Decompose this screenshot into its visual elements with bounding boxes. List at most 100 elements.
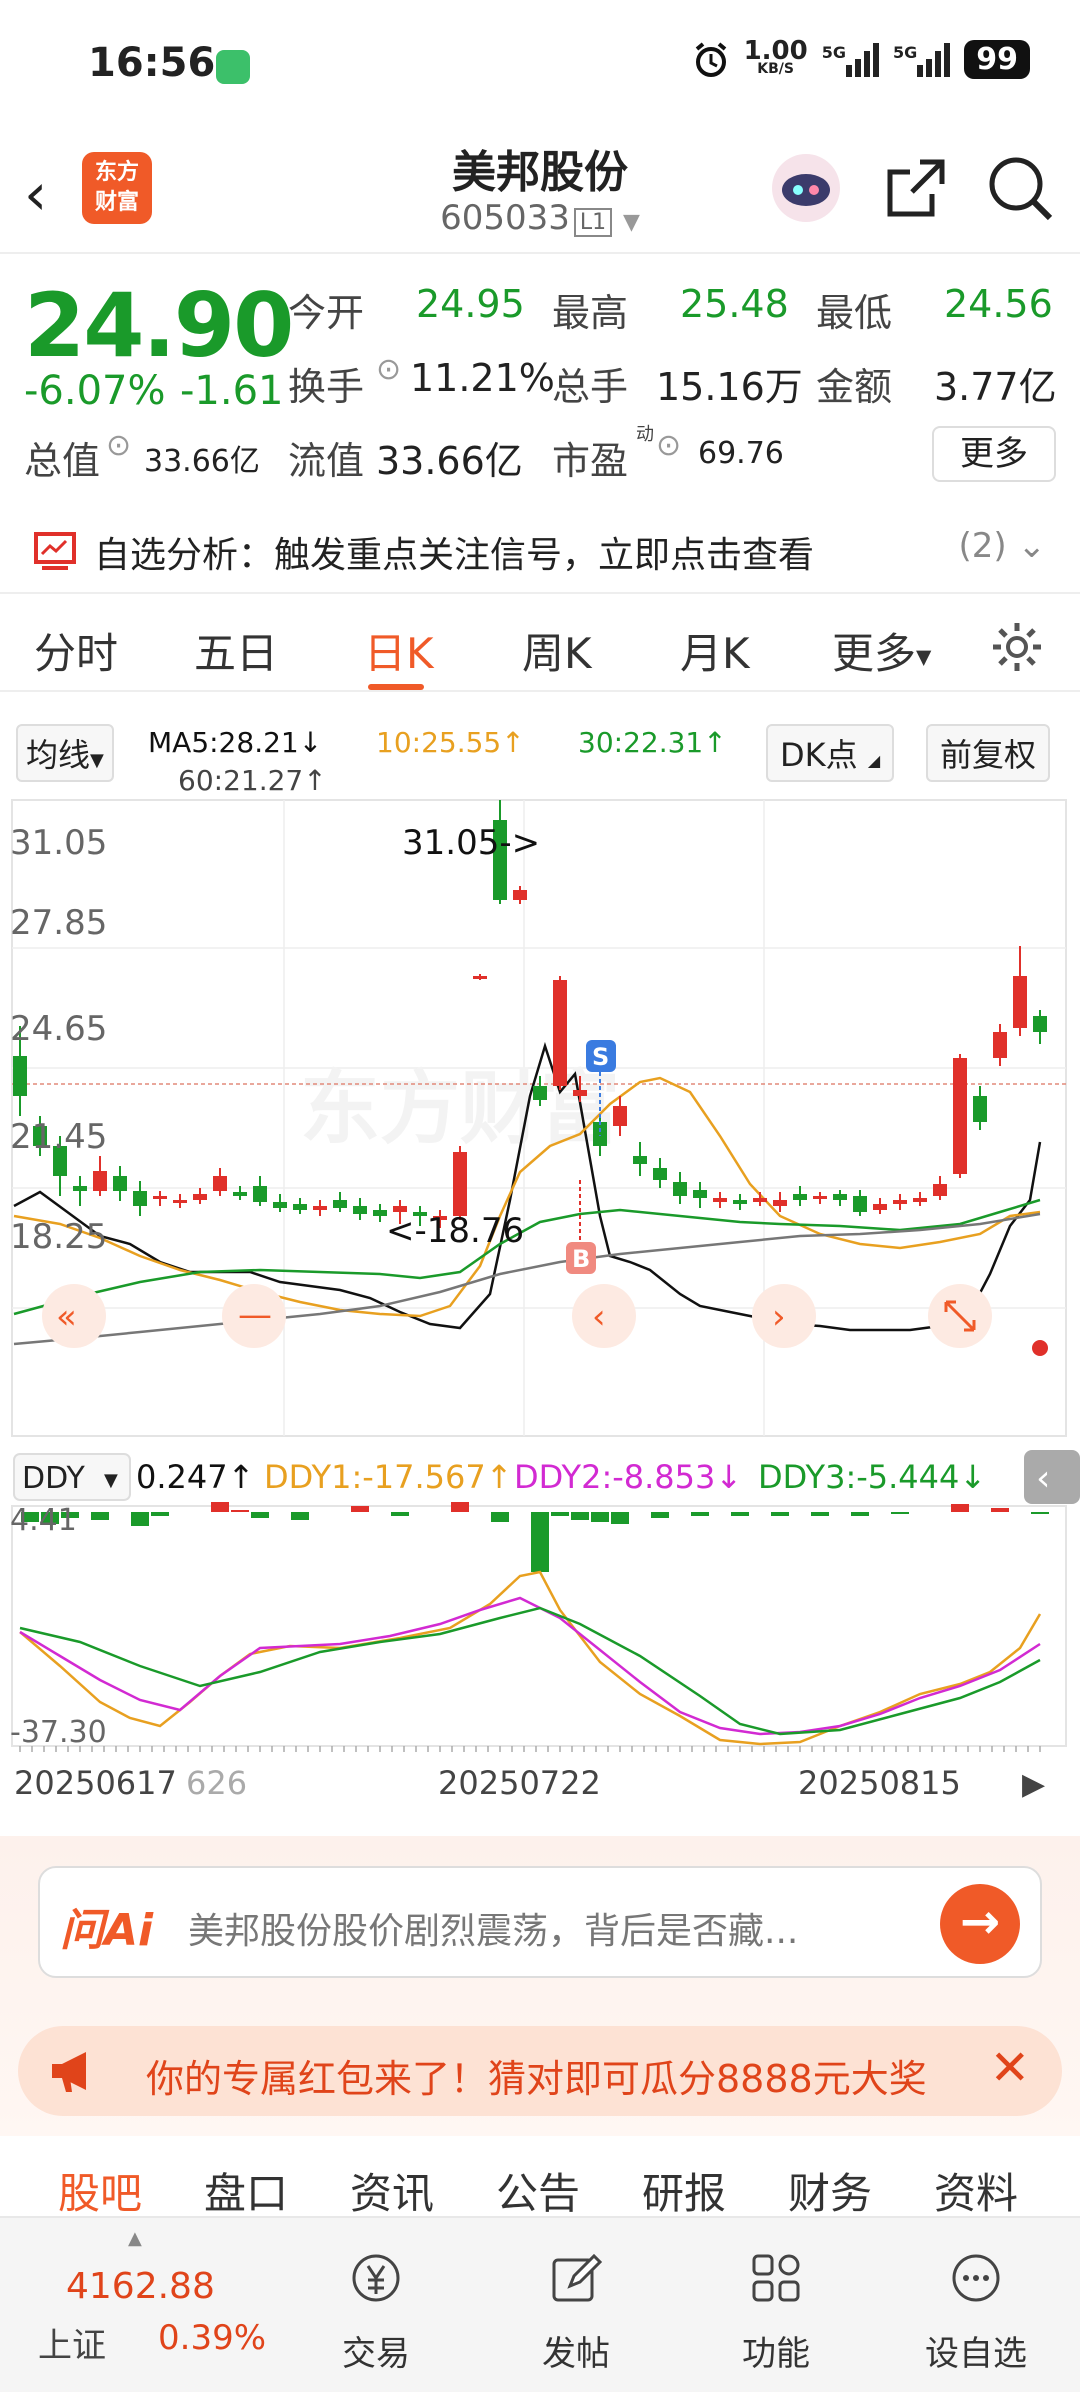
tab-forum[interactable]: 股吧 bbox=[58, 2160, 142, 2221]
tab-profile[interactable]: 资料 bbox=[934, 2160, 1018, 2221]
analysis-alert[interactable]: 自选分析：触发重点关注信号，立即点击查看 (2) ⌄ bbox=[0, 510, 1080, 594]
promo-banner[interactable]: 你的专属红包来了！猜对即可瓜分8888元大奖 ✕ bbox=[18, 2026, 1062, 2116]
tab-announcements[interactable]: 公告 bbox=[496, 2160, 580, 2221]
turnover-label: 换手 bbox=[288, 365, 365, 409]
tab-five-day[interactable]: 五日 bbox=[194, 620, 278, 681]
ddy-bar bbox=[991, 1508, 1009, 1512]
more-dots-icon bbox=[952, 2254, 1000, 2302]
settings-icon[interactable] bbox=[990, 620, 1044, 674]
ddy-bar bbox=[691, 1512, 709, 1516]
candle-body bbox=[1013, 976, 1027, 1028]
candle-body bbox=[233, 1192, 247, 1196]
amount-label: 金额 bbox=[816, 365, 893, 409]
candle-body bbox=[13, 1056, 27, 1096]
mcap-label: 总值 bbox=[24, 439, 101, 483]
ai-logo: 问Ai bbox=[60, 1905, 154, 1956]
ddy1-value: DDY1:-17.567↑ bbox=[264, 1458, 513, 1496]
candle-body bbox=[833, 1194, 847, 1200]
ai-question: 美邦股份股价剧烈震荡，背后是否藏... bbox=[188, 1911, 799, 1952]
ddy-bar bbox=[351, 1506, 369, 1512]
ddy-bar bbox=[531, 1512, 549, 1572]
mcap-info-icon[interactable]: ⊙ bbox=[106, 428, 131, 463]
candle-body bbox=[733, 1200, 747, 1204]
signal-5g-icon-2: 5G bbox=[893, 42, 951, 77]
chevron-left-icon: ‹ bbox=[592, 1297, 606, 1337]
ddy-bar bbox=[611, 1512, 629, 1524]
nav-trade-label: 交易 bbox=[342, 2334, 410, 2374]
change-pct: -6.07% bbox=[24, 368, 166, 414]
tab-news[interactable]: 资讯 bbox=[350, 2160, 434, 2221]
info-icon[interactable]: ⊙ bbox=[376, 352, 401, 387]
candle-body bbox=[933, 1184, 947, 1196]
notification-app-icon bbox=[216, 50, 250, 84]
bottom-nav: ▲ 4162.88 上证 0.39% 交易 发帖 功能 设自选 bbox=[0, 2216, 1080, 2392]
candle-body bbox=[313, 1206, 327, 1210]
candle-body bbox=[453, 1152, 467, 1216]
ddy-bar bbox=[651, 1512, 669, 1518]
ddy-bar bbox=[951, 1504, 969, 1512]
ma60-value: 60:21.27↑ bbox=[178, 764, 327, 797]
caret-down-icon: ▼ bbox=[916, 644, 932, 669]
speed-value: 1.00 bbox=[743, 35, 808, 66]
ai-assistant-avatar-icon[interactable] bbox=[770, 152, 842, 224]
candle-body bbox=[133, 1191, 147, 1206]
nav-post-label: 发帖 bbox=[542, 2334, 610, 2374]
ma-selector[interactable]: 均线▼ bbox=[16, 724, 114, 782]
candle-body bbox=[153, 1196, 167, 1199]
chevron-right-icon: › bbox=[772, 1297, 786, 1337]
tab-orderbook[interactable]: 盘口 bbox=[204, 2160, 288, 2221]
ddy-bar bbox=[151, 1512, 169, 1516]
ai-question-bar[interactable]: 问Ai 美邦股份股价剧烈震荡，背后是否藏... → bbox=[38, 1866, 1042, 1978]
candle-body bbox=[953, 1058, 967, 1174]
pe-sup: 动 bbox=[636, 424, 654, 445]
y-label-4: 21.45 bbox=[10, 1117, 107, 1157]
double-left-icon: « bbox=[56, 1297, 77, 1337]
ddy-bar bbox=[231, 1510, 249, 1512]
nav-trade[interactable]: 交易 bbox=[306, 2218, 446, 2392]
nav-post[interactable]: 发帖 bbox=[506, 2218, 646, 2392]
collapse-indicator-button[interactable] bbox=[1024, 1450, 1080, 1504]
ddy-bar bbox=[1031, 1512, 1049, 1514]
period-tabs: 分时 五日 日K 周K 月K 更多▼ bbox=[0, 600, 1080, 692]
mcap-value: 33.66亿 bbox=[144, 444, 260, 479]
nav-add-watchlist[interactable]: 设自选 bbox=[906, 2218, 1046, 2392]
ddy-bars bbox=[21, 1502, 1049, 1572]
ai-go-button[interactable]: → bbox=[940, 1884, 1020, 1964]
tab-intraday[interactable]: 分时 bbox=[34, 620, 118, 681]
alarm-icon bbox=[695, 41, 726, 77]
candle-body bbox=[633, 1156, 647, 1164]
pe-info-icon[interactable]: ⊙ bbox=[656, 428, 681, 463]
caret-down-icon: ▼ bbox=[90, 750, 104, 771]
ddy-bar bbox=[211, 1502, 229, 1512]
search-icon[interactable] bbox=[984, 152, 1056, 224]
tab-more[interactable]: 更多▼ bbox=[832, 620, 931, 681]
chevron-down-icon: ⌄ bbox=[1017, 526, 1047, 566]
candle-body bbox=[273, 1202, 287, 1208]
ddy-value: 0.247↑ bbox=[136, 1458, 254, 1496]
candle-body bbox=[813, 1196, 827, 1199]
y-label-3: 24.65 bbox=[10, 1009, 107, 1049]
next-page-icon[interactable]: ▶ bbox=[1022, 1767, 1045, 1802]
tab-daily-k[interactable]: 日K bbox=[364, 620, 434, 681]
close-icon[interactable]: ✕ bbox=[990, 2040, 1030, 2096]
tab-monthly-k[interactable]: 月K bbox=[680, 620, 750, 681]
pe-value: 69.76 bbox=[698, 436, 784, 471]
volume-label: 总手 bbox=[552, 365, 629, 409]
dk-point-button[interactable]: DK点 ◢ bbox=[766, 724, 895, 782]
candle-body bbox=[573, 1090, 587, 1096]
ddy-bar bbox=[391, 1512, 409, 1516]
more-button[interactable]: 更多 bbox=[932, 426, 1056, 482]
tab-weekly-k[interactable]: 周K bbox=[522, 620, 592, 681]
tab-finance[interactable]: 财务 bbox=[788, 2160, 872, 2221]
nav-features[interactable]: 功能 bbox=[706, 2218, 846, 2392]
ma5-value: MA5:28.21↓ bbox=[148, 726, 323, 759]
y-label-bottom: 18.25 bbox=[10, 1217, 107, 1257]
candle-body bbox=[773, 1200, 787, 1206]
share-icon[interactable] bbox=[880, 152, 952, 224]
adjust-button[interactable]: 前复权 bbox=[926, 724, 1051, 782]
kline-chart[interactable]: 东方财富 31.05 27.85 24.65 21.45 18.25 31.05… bbox=[0, 796, 1080, 1836]
y-label-2: 27.85 bbox=[10, 903, 107, 943]
indicator-selector-label: DDY bbox=[22, 1461, 86, 1496]
tab-research[interactable]: 研报 bbox=[642, 2160, 726, 2221]
candle-body bbox=[793, 1194, 807, 1200]
